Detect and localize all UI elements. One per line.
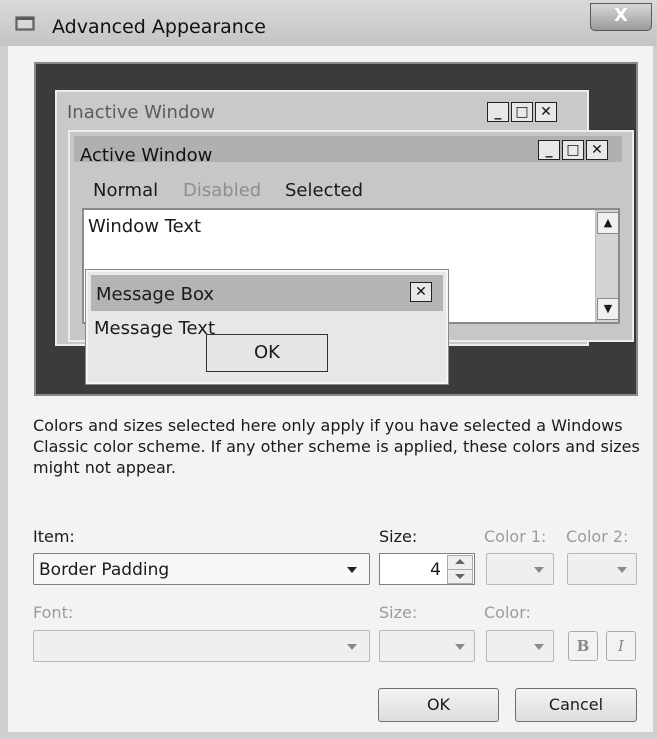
bold-button[interactable]: B (568, 631, 598, 661)
chevron-down-icon (617, 567, 627, 573)
increment-icon[interactable] (447, 555, 473, 570)
font-select[interactable] (33, 630, 370, 662)
menu-selected[interactable]: Selected (285, 180, 363, 201)
spin-buttons (447, 555, 473, 584)
font-size-select[interactable] (379, 630, 475, 662)
window-frame (0, 46, 8, 739)
minimize-icon: _ (538, 140, 560, 160)
item-size-label: Size: (379, 527, 418, 546)
info-text: Colors and sizes selected here only appl… (33, 416, 640, 477)
ok-button[interactable]: OK (378, 688, 499, 722)
font-color-label: Color: (484, 603, 531, 622)
close-icon: ✕ (586, 140, 608, 160)
color2-label: Color 2: (566, 527, 629, 546)
chevron-down-icon (534, 644, 544, 650)
inactive-window-title: Inactive Window (67, 102, 216, 123)
menu-disabled[interactable]: Disabled (183, 180, 261, 201)
chevron-down-icon (534, 567, 544, 573)
appearance-icon (15, 16, 35, 31)
item-select[interactable]: Border Padding (33, 553, 370, 585)
close-button[interactable]: X (590, 3, 652, 31)
menu-normal[interactable]: Normal (93, 180, 158, 201)
minimize-icon: _ (487, 102, 509, 122)
maximize-icon: □ (511, 102, 533, 122)
scroll-up-icon[interactable]: ▲ (597, 212, 619, 234)
color2-picker[interactable] (567, 553, 637, 585)
message-box-ok-button[interactable]: OK (206, 334, 328, 372)
window-text: Window Text (88, 216, 202, 237)
close-icon: ✕ (410, 282, 432, 302)
maximize-icon: □ (562, 140, 584, 160)
scrollbar[interactable]: ▲ ▼ (595, 210, 619, 322)
chevron-down-icon (455, 644, 465, 650)
chevron-down-icon (347, 567, 357, 573)
message-box-preview[interactable]: Message Box ✕ Message Text OK (85, 269, 449, 385)
window-title: Advanced Appearance (52, 16, 266, 38)
message-text: Message Text (94, 318, 216, 339)
message-box-title: Message Box (96, 284, 215, 305)
item-select-value: Border Padding (39, 560, 170, 580)
cancel-button[interactable]: Cancel (515, 688, 637, 722)
color1-picker[interactable] (486, 553, 554, 585)
font-color-picker[interactable] (486, 630, 554, 662)
font-label: Font: (33, 603, 74, 622)
italic-button[interactable]: I (606, 631, 636, 661)
item-size-stepper[interactable]: 4 (379, 553, 475, 585)
scroll-down-icon[interactable]: ▼ (597, 298, 619, 320)
close-icon: ✕ (535, 102, 557, 122)
item-size-value: 4 (430, 560, 441, 580)
font-size-label: Size: (379, 603, 418, 622)
decrement-icon[interactable] (447, 569, 473, 584)
item-label: Item: (33, 527, 75, 546)
active-window-title: Active Window (80, 145, 213, 166)
color1-label: Color 1: (484, 527, 547, 546)
chevron-down-icon (347, 644, 357, 650)
